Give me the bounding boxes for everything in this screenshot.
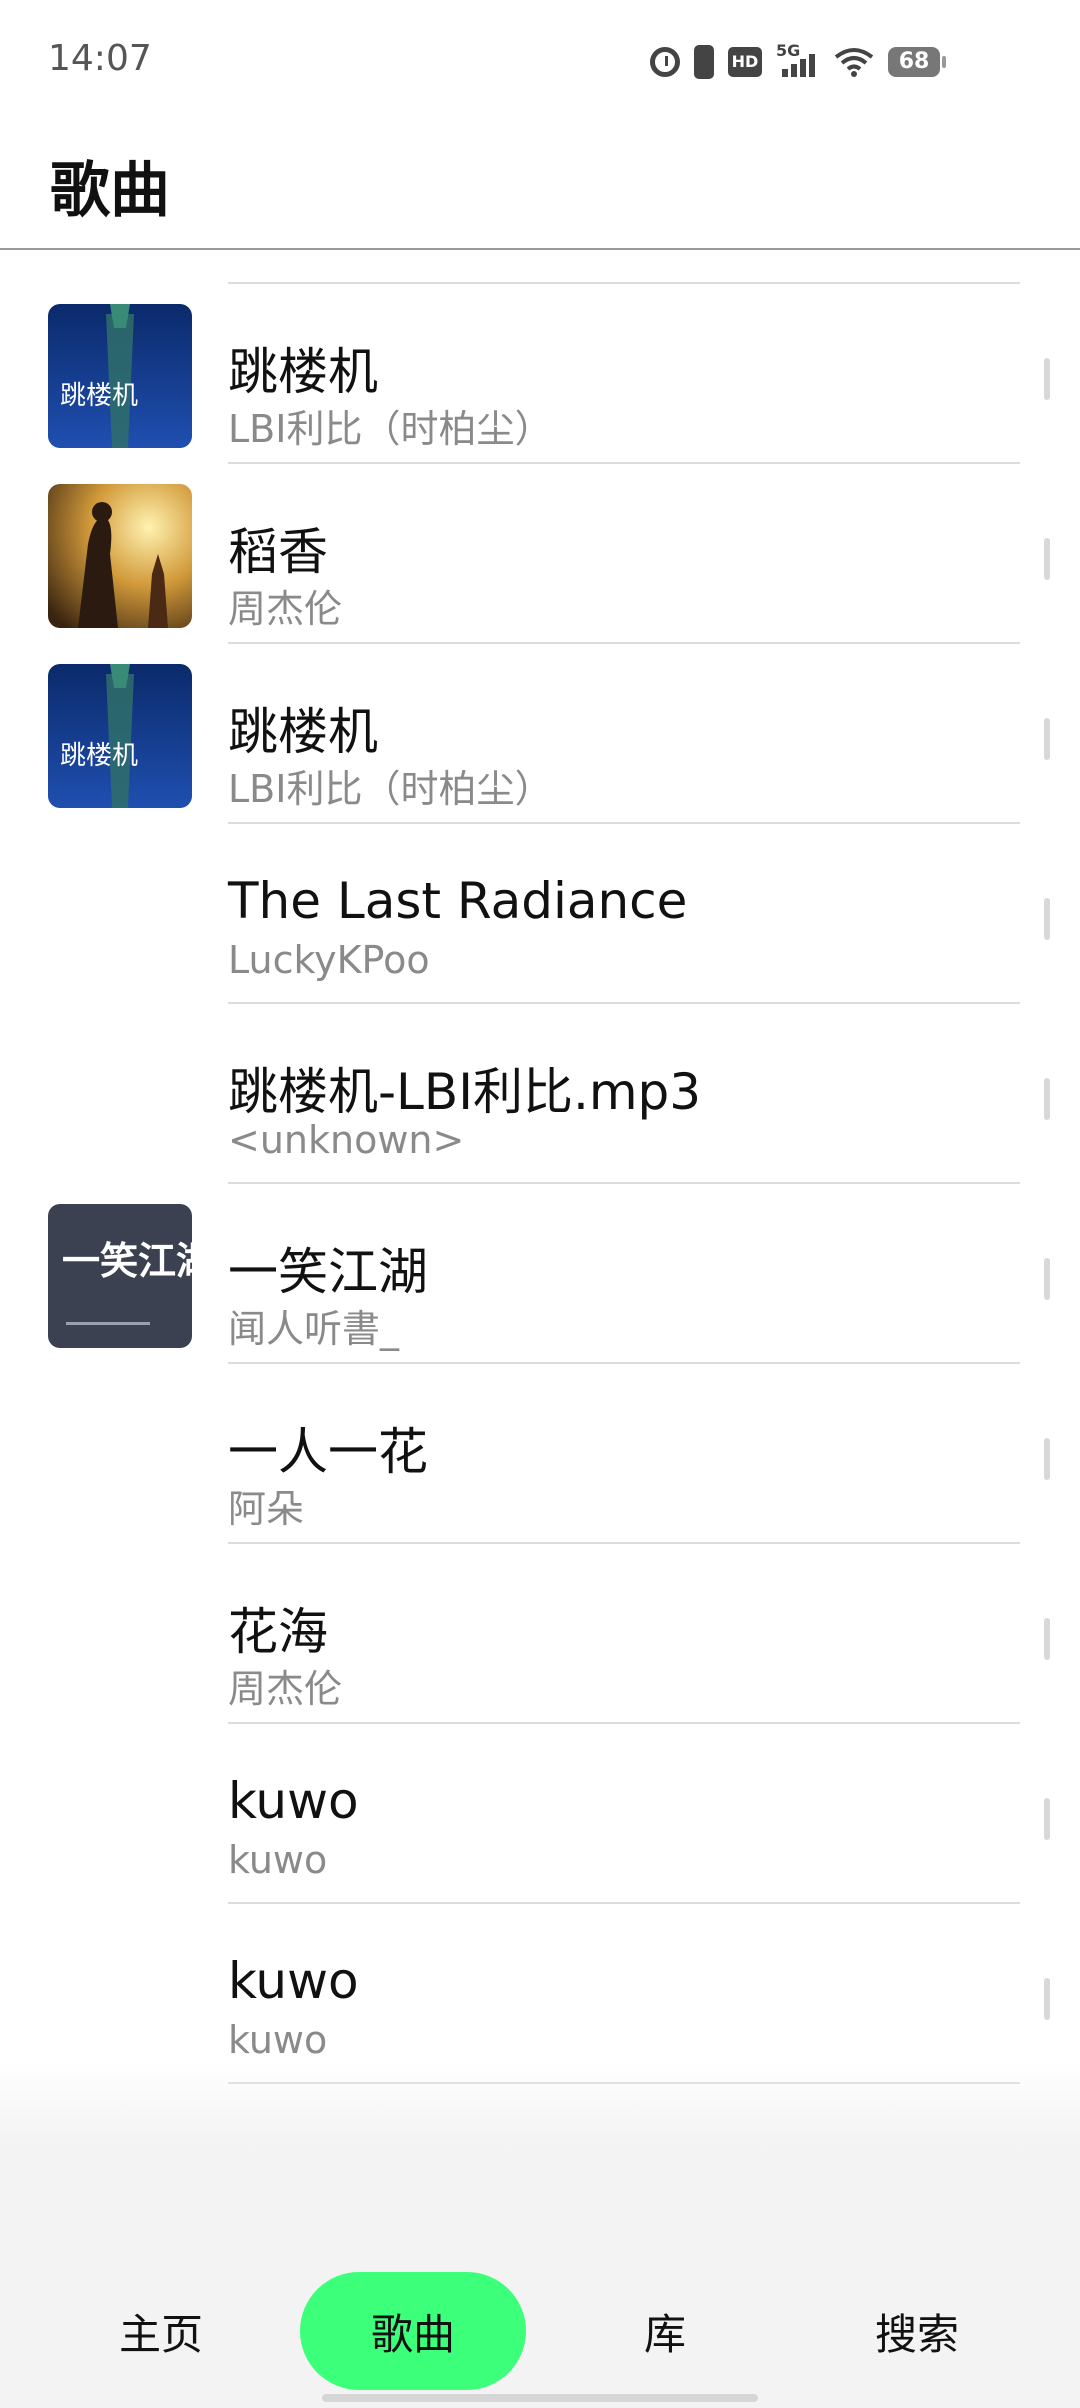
song-row[interactable]: 跳楼机-LBI利比.mp3 <unknown> [0,1004,1080,1184]
song-artist: LuckyKPoo [228,938,430,982]
song-artist: <unknown> [228,1118,465,1162]
svg-text:一笑江湖: 一笑江湖 [62,1238,192,1283]
song-title: 跳楼机-LBI利比.mp3 [228,1063,702,1121]
battery-icon: 68 [888,47,946,77]
song-title: 跳楼机 [228,343,378,401]
network-type: 5G [776,41,801,60]
album-art-tower: 跳楼机 [48,304,192,448]
wifi-icon [834,47,874,77]
song-row[interactable]: 一笑江湖 一笑江湖 闻人听書_ [0,1184,1080,1364]
song-title: kuwo [228,1772,359,1830]
drag-handle[interactable] [1044,898,1050,940]
song-list[interactable]: 跳楼机 跳楼机 LBI利比（时柏尘） 稻香 周杰伦 跳楼机 跳楼机 LBI利比（… [0,250,1080,2088]
drag-handle[interactable] [1044,718,1050,760]
nav-songs[interactable]: 歌曲 [300,2272,526,2390]
song-artist: 周杰伦 [228,1667,343,1711]
page-header: 歌曲 [0,120,1080,250]
song-artist: LBI利比（时柏尘） [228,767,553,811]
drag-handle[interactable] [1044,538,1050,580]
song-row[interactable]: 跳楼机 跳楼机 LBI利比（时柏尘） [0,284,1080,464]
hd-icon: HD [728,47,762,77]
nav-search[interactable]: 搜索 [804,2272,1030,2390]
nav-home[interactable]: 主页 [48,2272,274,2390]
drag-handle[interactable] [1044,1078,1050,1120]
song-row[interactable]: 跳楼机 跳楼机 LBI利比（时柏尘） [0,644,1080,824]
alarm-icon [650,47,680,77]
drag-handle[interactable] [1044,1438,1050,1480]
drag-handle[interactable] [1044,1798,1050,1840]
svg-text:跳楼机: 跳楼机 [60,381,138,411]
song-row[interactable]: 一人一花 阿朵 [0,1364,1080,1544]
song-row[interactable]: kuwo kuwo [0,1904,1080,2084]
status-icons: HD 5G 68 [650,40,946,84]
song-artist: kuwo [228,2018,328,2062]
song-row[interactable]: The Last Radiance LuckyKPoo [0,824,1080,1004]
song-artist: kuwo [228,1838,328,1882]
gesture-bar[interactable] [322,2394,758,2402]
svg-text:跳楼机: 跳楼机 [60,741,138,771]
status-time: 14:07 [48,38,152,79]
song-artist: 阿朵 [228,1487,305,1531]
song-title: 一笑江湖 [228,1243,428,1301]
song-row[interactable]: 花海 周杰伦 [0,1544,1080,1724]
song-row[interactable]: kuwo kuwo [0,1724,1080,1904]
signal-icon: 5G [776,41,820,79]
bottom-nav: 主页 歌曲 库 搜索 [0,2260,1080,2400]
status-bar: 14:07 HD 5G 68 [0,0,1080,120]
album-art-warrior [48,484,192,628]
nav-library[interactable]: 库 [552,2272,778,2390]
song-artist: LBI利比（时柏尘） [228,407,553,451]
album-art-tower: 跳楼机 [48,664,192,808]
drag-handle[interactable] [1044,1978,1050,2020]
song-title: 一人一花 [228,1423,428,1481]
drag-handle[interactable] [1044,1258,1050,1300]
song-title: 稻香 [228,523,328,581]
drag-handle[interactable] [1044,1618,1050,1660]
song-artist: 闻人听書_ [228,1307,400,1351]
song-title: The Last Radiance [228,872,688,930]
song-title: kuwo [228,1952,359,2010]
song-artist: 周杰伦 [228,587,343,631]
song-title: 花海 [228,1603,328,1661]
page-title: 歌曲 [50,156,170,226]
song-row[interactable]: 稻香 周杰伦 [0,464,1080,644]
album-art-calligraphy: 一笑江湖 [48,1204,192,1348]
vibrate-icon [694,45,714,79]
drag-handle[interactable] [1044,358,1050,400]
song-title: 跳楼机 [228,703,378,761]
